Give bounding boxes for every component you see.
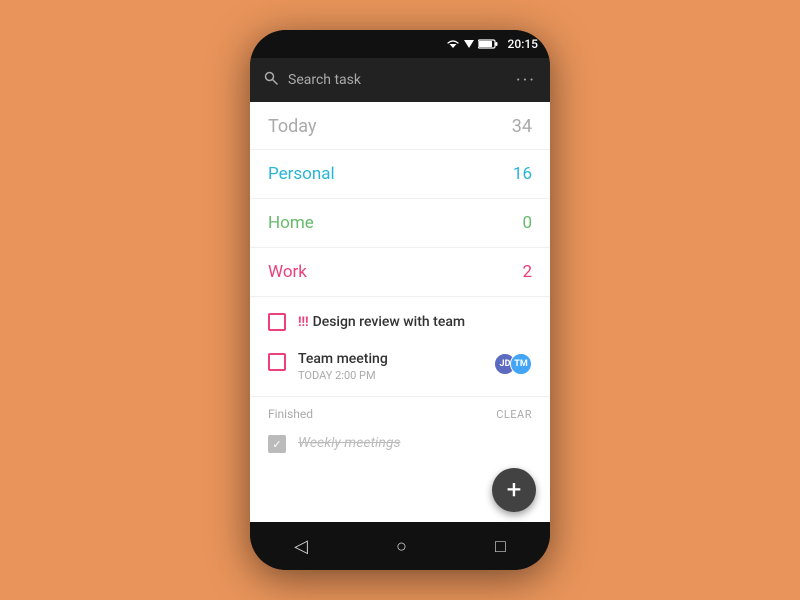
finished-task-1: Weekly meetings bbox=[268, 429, 532, 457]
search-icon bbox=[264, 71, 278, 89]
search-input[interactable]: Search task bbox=[288, 72, 506, 88]
task-item-1[interactable]: !!!Design review with team bbox=[250, 301, 550, 341]
finished-label: Finished bbox=[268, 407, 313, 421]
category-count-work: 2 bbox=[522, 262, 532, 282]
fab-add-button[interactable]: + bbox=[492, 468, 536, 512]
finished-section: Finished CLEAR Weekly meetings bbox=[250, 397, 550, 463]
priority-icon-1: !!! bbox=[298, 315, 309, 330]
main-content: Today 34 Personal 16 Home 0 Work 2 !!! bbox=[250, 102, 550, 522]
finished-task-title-1: Weekly meetings bbox=[298, 435, 400, 451]
signal-icon bbox=[464, 39, 474, 49]
today-row: Today 34 bbox=[250, 102, 550, 150]
nav-recents-button[interactable]: □ bbox=[479, 528, 522, 565]
task-item-2[interactable]: Team meeting TODAY 2:00 PM JD TM bbox=[250, 341, 550, 392]
search-bar[interactable]: Search task ··· bbox=[250, 58, 550, 102]
phone-frame: 20:15 Search task ··· Today 34 Personal … bbox=[250, 30, 550, 570]
task-content-2: Team meeting TODAY 2:00 PM bbox=[298, 351, 482, 382]
category-label-home: Home bbox=[268, 213, 314, 233]
category-count-home: 0 bbox=[522, 213, 532, 233]
avatar-2: TM bbox=[510, 353, 532, 375]
task-section: !!!Design review with team Team meeting … bbox=[250, 297, 550, 397]
task-title-1: !!!Design review with team bbox=[298, 314, 465, 330]
today-label: Today bbox=[268, 116, 316, 137]
wifi-icon bbox=[446, 39, 460, 49]
clear-button[interactable]: CLEAR bbox=[496, 408, 532, 421]
category-count-personal: 16 bbox=[513, 164, 532, 184]
battery-icon bbox=[478, 39, 498, 49]
category-row-work[interactable]: Work 2 bbox=[250, 248, 550, 297]
finished-header: Finished CLEAR bbox=[268, 407, 532, 421]
status-time: 20:15 bbox=[508, 37, 538, 51]
bottom-nav: ◁ ○ □ bbox=[250, 522, 550, 570]
task-subtitle-2: TODAY 2:00 PM bbox=[298, 369, 482, 382]
task-checkbox-2[interactable] bbox=[268, 353, 286, 371]
overflow-menu-icon[interactable]: ··· bbox=[516, 70, 536, 91]
task-checkbox-1[interactable] bbox=[268, 313, 286, 331]
category-row-home[interactable]: Home 0 bbox=[250, 199, 550, 248]
category-label-personal: Personal bbox=[268, 164, 335, 184]
task-title-2: Team meeting bbox=[298, 351, 482, 367]
nav-back-button[interactable]: ◁ bbox=[278, 528, 324, 565]
finished-checkbox-1[interactable] bbox=[268, 435, 286, 453]
category-row-personal[interactable]: Personal 16 bbox=[250, 150, 550, 199]
task-content-1: !!!Design review with team bbox=[298, 311, 532, 330]
category-label-work: Work bbox=[268, 262, 307, 282]
today-count: 34 bbox=[512, 116, 532, 137]
nav-home-button[interactable]: ○ bbox=[380, 528, 423, 565]
task-avatar-2: JD TM bbox=[494, 353, 532, 375]
status-bar: 20:15 bbox=[250, 30, 550, 58]
